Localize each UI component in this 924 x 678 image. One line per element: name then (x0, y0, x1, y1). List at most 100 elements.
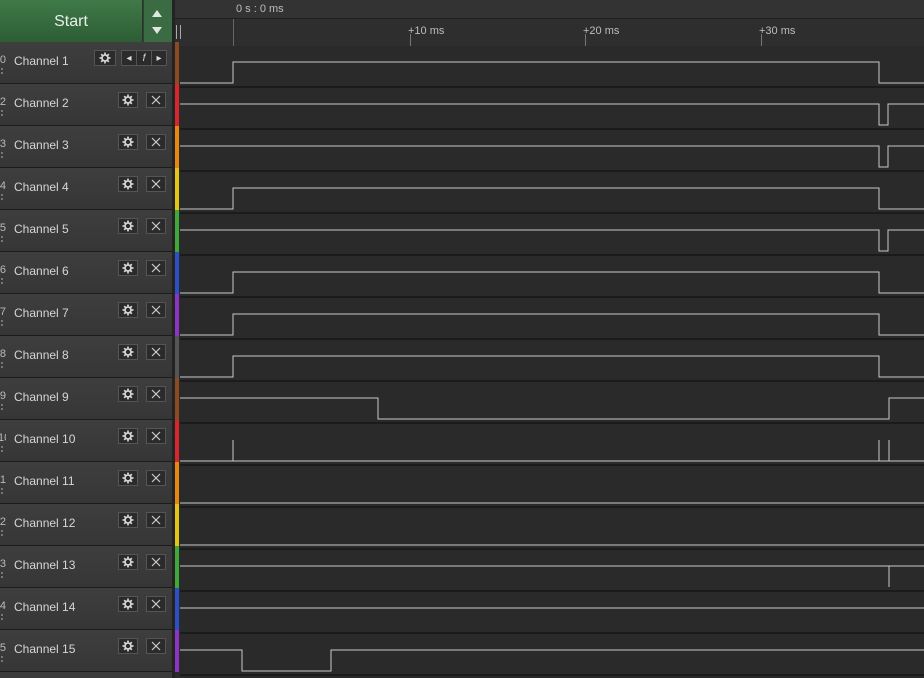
settings-gear-icon[interactable] (118, 134, 138, 150)
close-icon[interactable] (146, 218, 166, 234)
channel-lane[interactable] (180, 130, 924, 172)
settings-gear-icon[interactable] (118, 470, 138, 486)
settings-gear-icon[interactable] (118, 92, 138, 108)
close-icon[interactable] (146, 92, 166, 108)
channel-name[interactable]: Channel 13 (14, 558, 75, 572)
close-icon[interactable] (146, 344, 166, 360)
drag-handle-icon[interactable] (1, 110, 6, 116)
channel-row[interactable]: 7 Channel 7 (0, 294, 180, 336)
channel-row[interactable]: 4 Channel 4 (0, 168, 180, 210)
close-icon[interactable] (146, 260, 166, 276)
channel-lane[interactable] (180, 550, 924, 592)
settings-gear-icon[interactable] (118, 512, 138, 528)
start-button[interactable]: Start (0, 0, 143, 44)
close-icon[interactable] (146, 428, 166, 444)
trigger-next-button[interactable]: ▸ (152, 51, 166, 65)
drag-handle-icon[interactable] (1, 320, 6, 326)
settings-gear-icon[interactable] (118, 638, 138, 654)
channel-name[interactable]: Channel 9 (14, 390, 69, 404)
drag-handle-icon[interactable] (1, 488, 6, 494)
channel-row[interactable]: 5 Channel 5 (0, 210, 180, 252)
settings-gear-icon[interactable] (118, 428, 138, 444)
settings-gear-icon[interactable] (118, 176, 138, 192)
channel-name[interactable]: Channel 14 (14, 600, 75, 614)
channel-row[interactable]: 2 Channel 12 (0, 504, 180, 546)
settings-gear-icon[interactable] (118, 218, 138, 234)
channel-name[interactable]: Channel 8 (14, 348, 69, 362)
channel-row[interactable]: 6 Channel 6 (0, 252, 180, 294)
channel-lane[interactable] (180, 508, 924, 550)
channel-name[interactable]: Channel 1 (14, 54, 69, 68)
channel-row[interactable]: 3 Channel 13 (0, 546, 180, 588)
settings-gear-icon[interactable] (118, 302, 138, 318)
channel-name[interactable]: Channel 7 (14, 306, 69, 320)
drag-handle-icon[interactable] (1, 656, 6, 662)
drag-handle-icon[interactable] (1, 572, 6, 578)
channel-row[interactable]: 8 Channel 8 (0, 336, 180, 378)
channel-lane[interactable] (180, 88, 924, 130)
channel-name[interactable]: Channel 2 (14, 96, 69, 110)
close-icon[interactable] (146, 470, 166, 486)
channel-name[interactable]: Channel 15 (14, 642, 75, 656)
drag-handle-icon[interactable] (1, 614, 6, 620)
channel-row[interactable]: 1 Channel 11 (0, 462, 180, 504)
lane-divider (180, 632, 924, 634)
close-icon[interactable] (146, 554, 166, 570)
channel-name[interactable]: Channel 12 (14, 516, 75, 530)
channel-lane[interactable] (180, 46, 924, 88)
channel-row[interactable]: 4 Channel 14 (0, 588, 180, 630)
drag-handle-icon[interactable] (1, 152, 6, 158)
settings-gear-icon[interactable] (118, 344, 138, 360)
channel-row[interactable]: 9 Channel 9 (0, 378, 180, 420)
channel-lane[interactable] (180, 466, 924, 508)
close-icon[interactable] (146, 512, 166, 528)
channel-lane[interactable] (180, 256, 924, 298)
channel-lane[interactable] (180, 172, 924, 214)
channel-name[interactable]: Channel 10 (14, 432, 75, 446)
time-ruler[interactable]: 0 s : 0 ms +10 ms +20 ms +30 ms (172, 0, 924, 46)
channel-row[interactable]: 0 Channel 1 ◂ f ▸ (0, 42, 180, 84)
channel-lane[interactable] (180, 382, 924, 424)
channel-row[interactable]: 3 Channel 3 (0, 126, 180, 168)
trigger-prev-button[interactable]: ◂ (122, 51, 137, 65)
drag-handle-icon[interactable] (1, 194, 6, 200)
waveform-canvas[interactable] (180, 46, 924, 678)
settings-gear-icon[interactable] (94, 50, 116, 66)
channel-lane[interactable] (180, 634, 924, 676)
settings-gear-icon[interactable] (118, 596, 138, 612)
drag-handle-icon[interactable] (1, 446, 6, 452)
channel-name[interactable]: Channel 3 (14, 138, 69, 152)
channel-name[interactable]: Channel 6 (14, 264, 69, 278)
drag-handle-icon[interactable] (1, 236, 6, 242)
drag-handle-icon[interactable] (1, 68, 6, 74)
channel-row[interactable]: 2 Channel 2 (0, 84, 180, 126)
channel-row[interactable]: 5 Channel 15 (0, 630, 180, 672)
close-icon[interactable] (146, 176, 166, 192)
drag-handle-icon[interactable] (1, 362, 6, 368)
settings-gear-icon[interactable] (118, 260, 138, 276)
settings-gear-icon[interactable] (118, 386, 138, 402)
drag-handle-icon[interactable] (1, 404, 6, 410)
drag-handle-icon[interactable] (1, 530, 6, 536)
channel-lane[interactable] (180, 340, 924, 382)
settings-gear-icon[interactable] (118, 554, 138, 570)
channel-lane[interactable] (180, 424, 924, 466)
close-icon[interactable] (146, 386, 166, 402)
trigger-edge-button[interactable]: f (137, 51, 152, 65)
drag-handle-icon[interactable] (1, 278, 6, 284)
close-icon[interactable] (146, 596, 166, 612)
channel-name[interactable]: Channel 4 (14, 180, 69, 194)
waveform-area[interactable] (180, 46, 924, 678)
channel-name[interactable]: Channel 11 (14, 474, 75, 488)
close-icon[interactable] (146, 302, 166, 318)
start-options-button[interactable] (144, 0, 172, 44)
channel-name[interactable]: Channel 5 (14, 222, 69, 236)
channel-lane[interactable] (180, 214, 924, 256)
cursor-marker-icon[interactable] (176, 25, 181, 39)
close-icon[interactable] (146, 638, 166, 654)
channel-row[interactable]: 10 Channel 10 (0, 420, 180, 462)
close-icon[interactable] (146, 134, 166, 150)
channel-lane[interactable] (180, 592, 924, 634)
channel-index: 3 (0, 558, 6, 570)
channel-lane[interactable] (180, 298, 924, 340)
